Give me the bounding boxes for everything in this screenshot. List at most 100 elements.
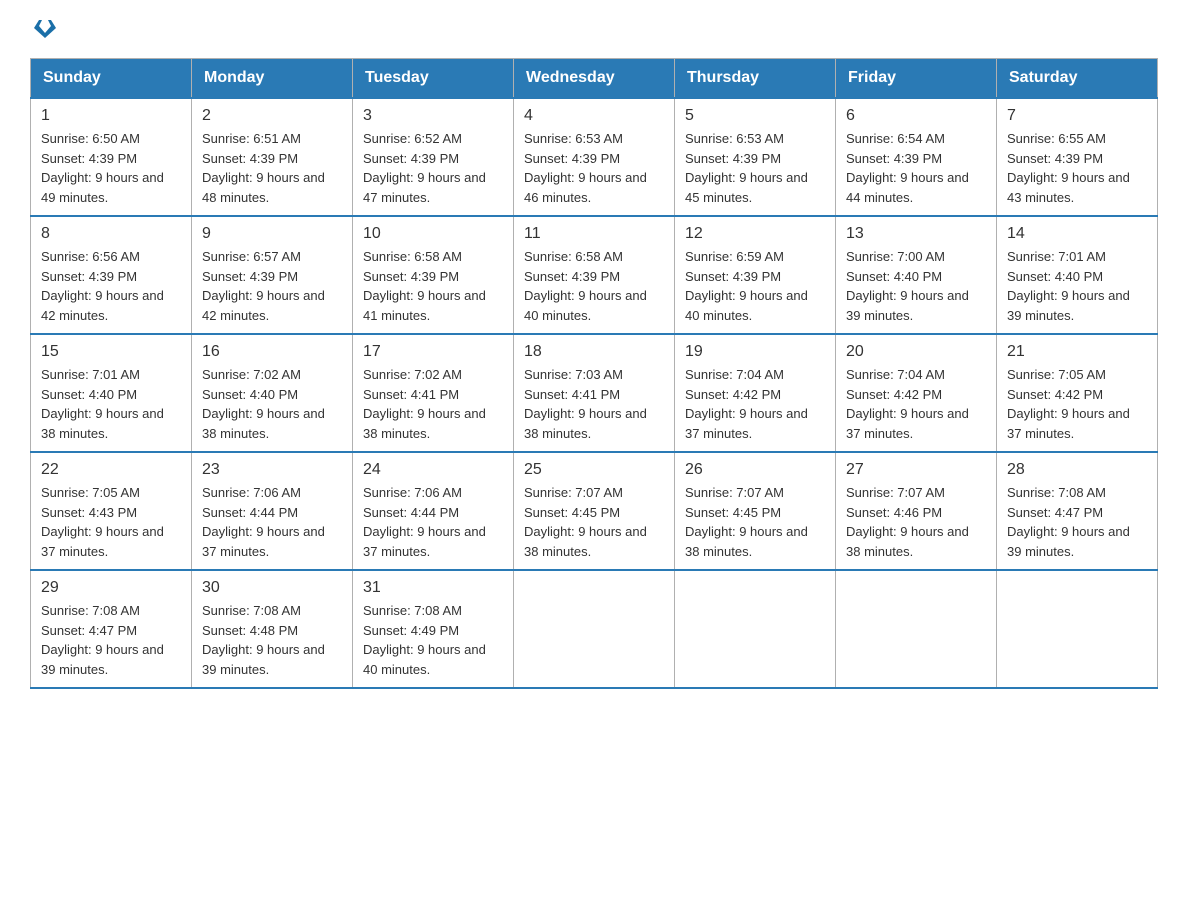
day-info: Sunrise: 6:52 AM Sunset: 4:39 PM Dayligh…: [363, 129, 503, 207]
day-number: 28: [1007, 461, 1147, 479]
day-number: 12: [685, 225, 825, 243]
day-number: 24: [363, 461, 503, 479]
sunrise-label: Sunrise: 7:04 AM: [846, 367, 945, 382]
sunrise-label: Sunrise: 6:59 AM: [685, 249, 784, 264]
day-number: 11: [524, 225, 664, 243]
daylight-label: Daylight: 9 hours and 40 minutes.: [363, 642, 486, 677]
sunset-label: Sunset: 4:39 PM: [41, 269, 137, 284]
day-info: Sunrise: 7:02 AM Sunset: 4:41 PM Dayligh…: [363, 365, 503, 443]
sunset-label: Sunset: 4:45 PM: [685, 505, 781, 520]
daylight-label: Daylight: 9 hours and 40 minutes.: [685, 288, 808, 323]
sunset-label: Sunset: 4:39 PM: [363, 269, 459, 284]
day-info: Sunrise: 6:59 AM Sunset: 4:39 PM Dayligh…: [685, 247, 825, 325]
sunrise-label: Sunrise: 7:06 AM: [202, 485, 301, 500]
day-of-week-header: Sunday: [31, 59, 192, 99]
day-info: Sunrise: 6:53 AM Sunset: 4:39 PM Dayligh…: [685, 129, 825, 207]
sunrise-label: Sunrise: 6:58 AM: [363, 249, 462, 264]
calendar-cell: 16 Sunrise: 7:02 AM Sunset: 4:40 PM Dayl…: [192, 334, 353, 452]
calendar-cell: 20 Sunrise: 7:04 AM Sunset: 4:42 PM Dayl…: [836, 334, 997, 452]
daylight-label: Daylight: 9 hours and 38 minutes.: [524, 406, 647, 441]
sunrise-label: Sunrise: 7:05 AM: [1007, 367, 1106, 382]
sunset-label: Sunset: 4:40 PM: [41, 387, 137, 402]
sunset-label: Sunset: 4:49 PM: [363, 623, 459, 638]
daylight-label: Daylight: 9 hours and 37 minutes.: [1007, 406, 1130, 441]
daylight-label: Daylight: 9 hours and 42 minutes.: [41, 288, 164, 323]
daylight-label: Daylight: 9 hours and 38 minutes.: [363, 406, 486, 441]
calendar-cell: 30 Sunrise: 7:08 AM Sunset: 4:48 PM Dayl…: [192, 570, 353, 688]
calendar-cell: 8 Sunrise: 6:56 AM Sunset: 4:39 PM Dayli…: [31, 216, 192, 334]
sunrise-label: Sunrise: 7:07 AM: [524, 485, 623, 500]
calendar-cell: 18 Sunrise: 7:03 AM Sunset: 4:41 PM Dayl…: [514, 334, 675, 452]
daylight-label: Daylight: 9 hours and 39 minutes.: [1007, 524, 1130, 559]
day-number: 13: [846, 225, 986, 243]
calendar-cell: 13 Sunrise: 7:00 AM Sunset: 4:40 PM Dayl…: [836, 216, 997, 334]
calendar-cell: 12 Sunrise: 6:59 AM Sunset: 4:39 PM Dayl…: [675, 216, 836, 334]
day-number: 17: [363, 343, 503, 361]
sunset-label: Sunset: 4:46 PM: [846, 505, 942, 520]
calendar-week-row: 1 Sunrise: 6:50 AM Sunset: 4:39 PM Dayli…: [31, 98, 1158, 216]
day-info: Sunrise: 7:05 AM Sunset: 4:43 PM Dayligh…: [41, 483, 181, 561]
calendar-cell: 28 Sunrise: 7:08 AM Sunset: 4:47 PM Dayl…: [997, 452, 1158, 570]
sunset-label: Sunset: 4:44 PM: [202, 505, 298, 520]
day-number: 20: [846, 343, 986, 361]
sunset-label: Sunset: 4:47 PM: [1007, 505, 1103, 520]
calendar-cell: 19 Sunrise: 7:04 AM Sunset: 4:42 PM Dayl…: [675, 334, 836, 452]
daylight-label: Daylight: 9 hours and 46 minutes.: [524, 170, 647, 205]
calendar-cell: 9 Sunrise: 6:57 AM Sunset: 4:39 PM Dayli…: [192, 216, 353, 334]
day-number: 21: [1007, 343, 1147, 361]
day-of-week-header: Wednesday: [514, 59, 675, 99]
day-info: Sunrise: 6:58 AM Sunset: 4:39 PM Dayligh…: [524, 247, 664, 325]
sunrise-label: Sunrise: 7:06 AM: [363, 485, 462, 500]
day-number: 1: [41, 107, 181, 125]
sunrise-label: Sunrise: 7:03 AM: [524, 367, 623, 382]
day-number: 14: [1007, 225, 1147, 243]
day-number: 7: [1007, 107, 1147, 125]
sunset-label: Sunset: 4:39 PM: [41, 151, 137, 166]
sunrise-label: Sunrise: 6:50 AM: [41, 131, 140, 146]
sunrise-label: Sunrise: 6:55 AM: [1007, 131, 1106, 146]
calendar-cell: [514, 570, 675, 688]
day-number: 31: [363, 579, 503, 597]
day-info: Sunrise: 6:50 AM Sunset: 4:39 PM Dayligh…: [41, 129, 181, 207]
day-info: Sunrise: 7:01 AM Sunset: 4:40 PM Dayligh…: [41, 365, 181, 443]
day-info: Sunrise: 7:03 AM Sunset: 4:41 PM Dayligh…: [524, 365, 664, 443]
calendar-cell: 15 Sunrise: 7:01 AM Sunset: 4:40 PM Dayl…: [31, 334, 192, 452]
day-number: 5: [685, 107, 825, 125]
calendar-cell: 25 Sunrise: 7:07 AM Sunset: 4:45 PM Dayl…: [514, 452, 675, 570]
sunset-label: Sunset: 4:47 PM: [41, 623, 137, 638]
day-number: 2: [202, 107, 342, 125]
day-number: 16: [202, 343, 342, 361]
calendar-cell: 23 Sunrise: 7:06 AM Sunset: 4:44 PM Dayl…: [192, 452, 353, 570]
daylight-label: Daylight: 9 hours and 39 minutes.: [41, 642, 164, 677]
daylight-label: Daylight: 9 hours and 42 minutes.: [202, 288, 325, 323]
day-info: Sunrise: 7:08 AM Sunset: 4:47 PM Dayligh…: [1007, 483, 1147, 561]
calendar-cell: 1 Sunrise: 6:50 AM Sunset: 4:39 PM Dayli…: [31, 98, 192, 216]
sunset-label: Sunset: 4:39 PM: [202, 151, 298, 166]
daylight-label: Daylight: 9 hours and 38 minutes.: [524, 524, 647, 559]
daylight-label: Daylight: 9 hours and 38 minutes.: [846, 524, 969, 559]
day-info: Sunrise: 7:04 AM Sunset: 4:42 PM Dayligh…: [846, 365, 986, 443]
sunset-label: Sunset: 4:41 PM: [363, 387, 459, 402]
sunrise-label: Sunrise: 6:52 AM: [363, 131, 462, 146]
daylight-label: Daylight: 9 hours and 37 minutes.: [846, 406, 969, 441]
sunset-label: Sunset: 4:39 PM: [846, 151, 942, 166]
sunset-label: Sunset: 4:40 PM: [202, 387, 298, 402]
calendar-cell: 11 Sunrise: 6:58 AM Sunset: 4:39 PM Dayl…: [514, 216, 675, 334]
calendar-cell: 4 Sunrise: 6:53 AM Sunset: 4:39 PM Dayli…: [514, 98, 675, 216]
day-number: 6: [846, 107, 986, 125]
sunrise-label: Sunrise: 7:08 AM: [363, 603, 462, 618]
day-info: Sunrise: 7:02 AM Sunset: 4:40 PM Dayligh…: [202, 365, 342, 443]
daylight-label: Daylight: 9 hours and 45 minutes.: [685, 170, 808, 205]
sunset-label: Sunset: 4:42 PM: [685, 387, 781, 402]
daylight-label: Daylight: 9 hours and 44 minutes.: [846, 170, 969, 205]
sunset-label: Sunset: 4:42 PM: [846, 387, 942, 402]
calendar-cell: 6 Sunrise: 6:54 AM Sunset: 4:39 PM Dayli…: [836, 98, 997, 216]
daylight-label: Daylight: 9 hours and 39 minutes.: [846, 288, 969, 323]
calendar-cell: [675, 570, 836, 688]
sunset-label: Sunset: 4:42 PM: [1007, 387, 1103, 402]
sunrise-label: Sunrise: 7:00 AM: [846, 249, 945, 264]
calendar-cell: 7 Sunrise: 6:55 AM Sunset: 4:39 PM Dayli…: [997, 98, 1158, 216]
sunrise-label: Sunrise: 6:51 AM: [202, 131, 301, 146]
day-number: 9: [202, 225, 342, 243]
sunrise-label: Sunrise: 7:02 AM: [202, 367, 301, 382]
